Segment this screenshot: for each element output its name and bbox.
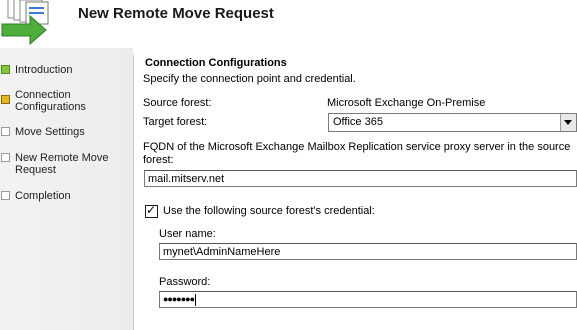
step-pending-icon	[1, 127, 10, 136]
section-title: Connection Configurations	[145, 57, 287, 69]
chevron-down-icon	[564, 120, 572, 125]
section-description: Specify the connection point and credent…	[143, 73, 356, 85]
fqdn-input[interactable]	[144, 170, 577, 187]
password-mask: ●●●●●●●	[163, 294, 195, 304]
nav-step-label: New Remote Move Request	[15, 152, 109, 176]
nav-step-label: Introduction	[15, 64, 73, 76]
target-forest-label: Target forest:	[143, 116, 208, 128]
password-label: Password:	[159, 276, 211, 288]
target-forest-select[interactable]: Office 365	[328, 113, 577, 132]
source-forest-value: Microsoft Exchange On-Premise	[327, 97, 486, 109]
nav-step-label: Connection Configurations	[15, 89, 86, 113]
username-label: User name:	[159, 228, 216, 240]
check-mark-icon: ✓	[146, 203, 157, 217]
source-forest-label: Source forest:	[143, 97, 212, 109]
dropdown-button[interactable]	[560, 114, 576, 131]
use-credential-checkbox[interactable]: ✓	[145, 203, 158, 218]
wizard-header: New Remote Move Request	[0, 0, 577, 48]
target-forest-selected-value: Office 365	[333, 116, 383, 128]
step-pending-icon	[1, 153, 10, 162]
nav-step-label: Completion	[15, 190, 71, 202]
step-pending-icon	[1, 191, 10, 200]
fqdn-label: FQDN of the Microsoft Exchange Mailbox R…	[143, 141, 571, 166]
page-title: New Remote Move Request	[78, 5, 274, 22]
text-caret	[195, 293, 197, 306]
use-credential-label: Use the following source forest's creden…	[163, 205, 375, 217]
connection-config-panel: Connection Configurations Specify the co…	[134, 48, 577, 330]
password-input[interactable]: ●●●●●●●	[159, 291, 577, 308]
wizard-arrow-icon	[1, 0, 49, 46]
step-done-icon	[1, 65, 10, 74]
step-current-icon	[1, 95, 10, 104]
wizard-steps-nav: Introduction Connection Configurations M…	[0, 48, 133, 330]
nav-step-label: Move Settings	[15, 126, 85, 138]
username-input[interactable]	[159, 243, 577, 260]
